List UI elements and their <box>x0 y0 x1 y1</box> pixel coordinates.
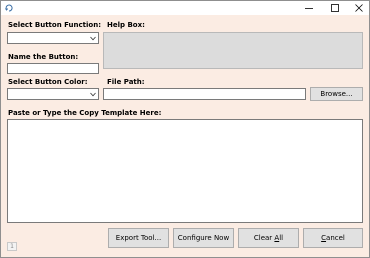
minimize-icon <box>305 8 313 9</box>
maximize-icon <box>331 4 339 12</box>
file-path-input[interactable] <box>103 88 306 100</box>
help-box-label: Help Box: <box>107 21 145 29</box>
select-function-label: Select Button Function: <box>8 21 101 29</box>
browse-button[interactable]: Browse... <box>310 87 363 101</box>
page-number-indicator: 1 <box>7 242 17 251</box>
function-dropdown[interactable] <box>7 32 99 44</box>
select-color-label: Select Button Color: <box>8 78 88 86</box>
clear-all-suffix: ll <box>279 234 284 242</box>
app-refresh-icon <box>5 4 13 12</box>
chevron-down-icon <box>90 92 96 97</box>
clear-all-prefix: Clear <box>253 234 275 242</box>
chevron-down-icon <box>90 36 96 41</box>
title-bar <box>1 1 369 15</box>
export-tool-button[interactable]: Export Tool... <box>108 228 169 248</box>
cancel-button[interactable]: Cancel <box>303 228 363 248</box>
configure-now-button-label: Configure Now <box>177 234 230 242</box>
file-path-label: File Path: <box>107 78 145 86</box>
configure-button-window: Select Button Function: Help Box: Name t… <box>0 0 370 258</box>
cancel-button-label: Cancel <box>321 229 345 247</box>
close-icon <box>355 4 363 12</box>
name-button-label: Name the Button: <box>8 53 79 61</box>
clear-all-button-label: Clear All <box>254 229 283 247</box>
maximize-button[interactable] <box>322 1 348 15</box>
cancel-suffix: ancel <box>326 234 345 242</box>
close-button[interactable] <box>346 1 369 15</box>
copy-template-textarea[interactable] <box>7 119 363 223</box>
help-box <box>103 32 363 69</box>
copy-template-label: Paste or Type the Copy Template Here: <box>8 109 162 117</box>
minimize-button[interactable] <box>296 1 322 15</box>
configure-now-button[interactable]: Configure Now <box>173 228 234 248</box>
export-tool-button-label: Export Tool... <box>115 234 162 242</box>
browse-button-label: Browse... <box>320 90 353 98</box>
color-dropdown[interactable] <box>7 88 99 100</box>
clear-all-button[interactable]: Clear All <box>238 228 299 248</box>
button-name-input[interactable] <box>7 63 99 74</box>
